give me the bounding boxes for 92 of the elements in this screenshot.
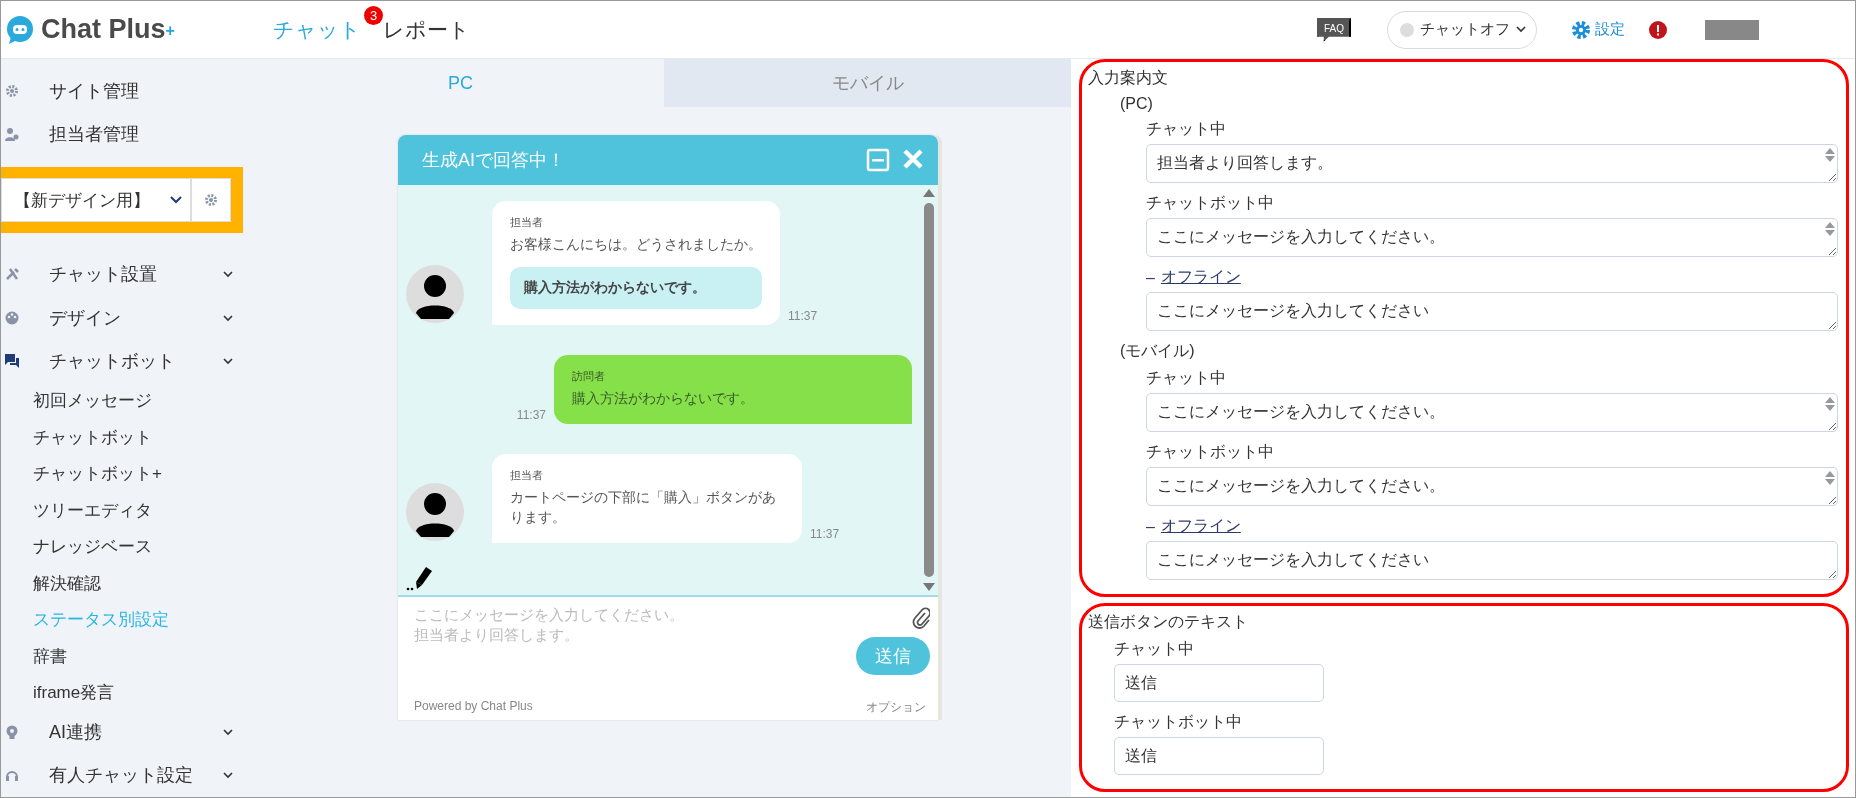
text-area[interactable]: ここにメッセージを入力してください。 — [1146, 393, 1838, 432]
section-link[interactable]: オフライン — [1160, 267, 1241, 288]
section-link[interactable]: オフライン — [1160, 516, 1241, 537]
chat-bubble-logo-icon — [5, 14, 35, 45]
minimize-icon[interactable] — [866, 148, 890, 172]
text-area[interactable]: ここにメッセージを入力してください — [1146, 541, 1838, 580]
message-text: お客様こんにちは。どうされましたか。 — [510, 235, 762, 254]
text-area[interactable]: ここにメッセージを入力してください。 — [1146, 467, 1838, 506]
message-text: 購入方法がわからないです。 — [572, 388, 755, 408]
alert-icon[interactable] — [1649, 20, 1667, 39]
sidebar-item[interactable]: サイト管理 — [1, 69, 257, 113]
spinner-arrows-icon[interactable] — [1825, 397, 1835, 411]
message-text: カートページの下部に「購入」ボタンがあります。 — [510, 488, 777, 527]
dash-mark: – — [1146, 268, 1155, 287]
spinner-arrows-icon[interactable] — [1825, 222, 1835, 236]
message-input[interactable]: ここにメッセージを入力してください。 担当者より回答します。 — [412, 603, 856, 699]
sender-name: 担当者 — [510, 215, 544, 230]
field-label: チャットボット中 — [1146, 442, 1275, 462]
logo-mark: + — [165, 22, 175, 40]
site-settings-button[interactable] — [191, 178, 231, 223]
people-icon — [5, 126, 19, 141]
sidebar-item[interactable]: 担当者管理 — [1, 112, 257, 156]
message-time: 11:37 — [810, 527, 840, 542]
scroll-down-icon[interactable] — [923, 583, 935, 591]
chevron-down-icon — [223, 727, 233, 738]
group-label: (PC) — [1120, 95, 1154, 113]
sidebar-subitem[interactable]: チャットボット — [33, 418, 257, 456]
gear-icon — [5, 83, 19, 98]
avatar-icon — [406, 264, 464, 323]
nav-tab[interactable]: レポート — [383, 15, 470, 44]
account-block[interactable] — [1705, 19, 1759, 40]
chevron-down-icon — [223, 355, 233, 366]
chevron-down-icon — [1516, 26, 1526, 33]
spinner-arrows-icon[interactable] — [1825, 148, 1835, 162]
group-label: (モバイル) — [1120, 341, 1196, 361]
field-label: チャットボット中 — [1146, 193, 1275, 213]
sidebar-group[interactable]: チャット設置 — [1, 252, 257, 296]
palette-icon — [5, 310, 19, 325]
status-dot-icon — [1400, 22, 1414, 37]
sidebar-subitem[interactable]: ツリーエディタ — [33, 491, 257, 529]
field-label: チャット中 — [1114, 639, 1195, 659]
text-input[interactable]: 送信 — [1114, 664, 1324, 702]
sidebar-group[interactable]: AI連携 — [1, 710, 257, 754]
scrollbar-thumb[interactable] — [924, 203, 934, 577]
field-label: チャット中 — [1146, 368, 1227, 388]
sidebar-group[interactable]: 有人チャット設定 — [1, 753, 257, 797]
text-area[interactable]: ここにメッセージを入力してください — [1146, 292, 1838, 331]
text-area[interactable]: 担当者より回答します。 — [1146, 144, 1838, 183]
settings-icon — [1571, 19, 1591, 40]
sidebar-group[interactable]: デザイン — [1, 296, 257, 340]
paperclip-icon[interactable] — [912, 607, 930, 629]
tools-icon — [5, 267, 19, 282]
section-title: 送信ボタンのテキスト — [1088, 612, 1249, 632]
sidebar-subitem[interactable]: 解決確認 — [33, 564, 257, 602]
sidebar-subitem[interactable]: ナレッジベース — [33, 528, 257, 565]
logo-text: Chat Plus — [41, 14, 166, 45]
widget-title: 生成AIで回答中！ — [422, 149, 565, 172]
chevron-down-icon — [223, 312, 233, 323]
chat-icon — [5, 353, 19, 368]
scroll-up-icon[interactable] — [923, 189, 935, 197]
chevron-down-icon — [223, 269, 233, 280]
message-time: 11:37 — [788, 308, 818, 323]
section-title: 入力案内文 — [1088, 68, 1169, 88]
message-time: 11:37 — [516, 408, 546, 423]
faq-button[interactable]: FAQ — [1317, 17, 1351, 42]
text-area[interactable]: ここにメッセージを入力してください。 — [1146, 218, 1838, 257]
sidebar-subitem[interactable]: 初回メッセージ — [33, 382, 257, 419]
quick-reply-option[interactable]: 購入方法がわからないです。 — [510, 266, 762, 309]
sidebar-subitem[interactable]: iframe発言 — [33, 674, 257, 711]
avatar-icon — [406, 483, 464, 542]
headset-icon — [5, 768, 19, 783]
text-input[interactable]: 送信 — [1114, 737, 1324, 775]
option-link[interactable]: オプション — [866, 699, 926, 716]
sidebar-subitem[interactable]: 辞書 — [33, 637, 257, 675]
site-dropdown[interactable]: 【新デザイン用】 — [1, 178, 191, 223]
chevron-down-icon — [170, 196, 182, 205]
chevron-down-icon — [223, 770, 233, 781]
spinner-arrows-icon[interactable] — [1825, 471, 1835, 485]
powered-by-text: Powered by Chat Plus — [414, 699, 533, 715]
close-icon[interactable] — [902, 148, 924, 170]
field-label: チャットボット中 — [1114, 712, 1243, 732]
sender-name: 担当者 — [510, 468, 544, 484]
gear-icon — [204, 193, 218, 208]
sidebar-subitem[interactable]: チャットボット+ — [33, 455, 257, 492]
status-dropdown[interactable]: チャットオフ — [1387, 10, 1537, 49]
count-badge: 3 — [364, 5, 383, 25]
settings-link[interactable]: 設定 — [1565, 18, 1631, 41]
sidebar-group[interactable]: チャットボット — [1, 339, 257, 383]
bulb-icon — [5, 725, 19, 740]
sender-name: 訪問者 — [572, 368, 606, 384]
dash-mark: – — [1146, 517, 1155, 536]
field-label: チャット中 — [1146, 119, 1227, 139]
